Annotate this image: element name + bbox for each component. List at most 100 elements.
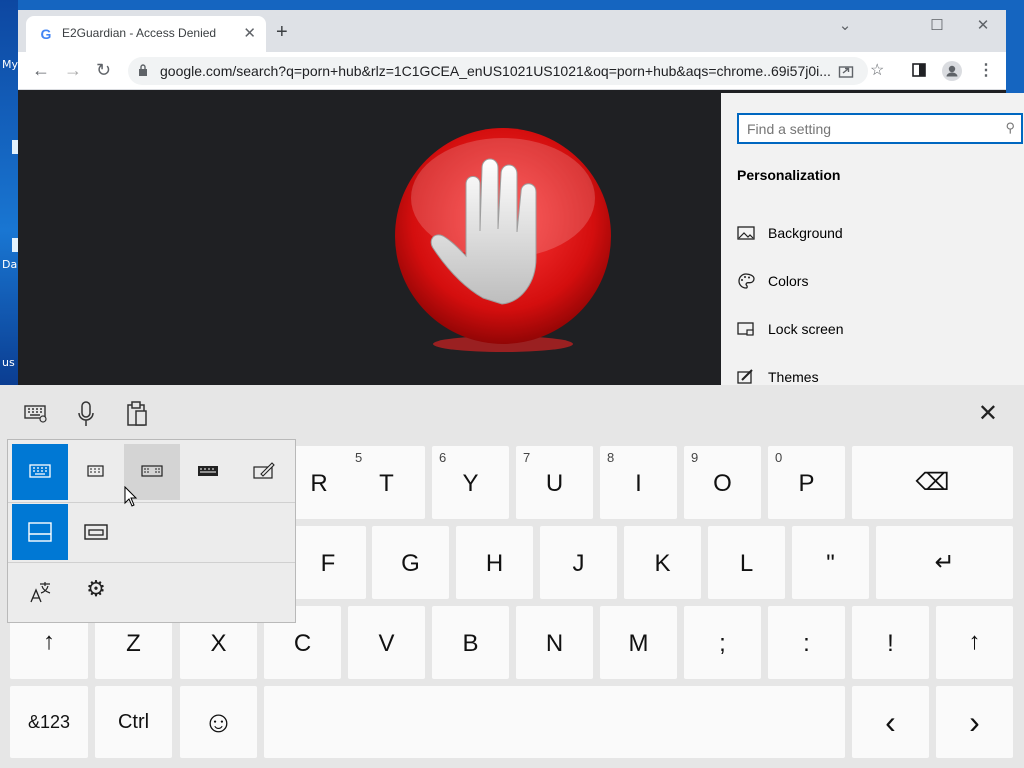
back-button[interactable]: ← [32,60,50,80]
key-y[interactable]: 6 Y [432,446,509,519]
settings-item-colors[interactable]: Colors [737,271,1007,295]
key-semicolon[interactable]: ; [684,606,761,679]
key-m[interactable]: M [600,606,677,679]
browser-toolbar: ← → ↻ google.com/search?q=porn+hub&rlz=1… [18,52,1006,90]
themes-icon [737,369,753,384]
default-keyboard-icon [29,464,51,478]
key-b[interactable]: B [432,606,509,679]
desktop-label: My [2,58,19,71]
mouse-cursor-icon [124,486,138,507]
desktop-label: Da [2,258,18,271]
settings-search-box[interactable]: ⚲ [737,113,1023,144]
new-tab-button[interactable]: + [276,22,288,42]
keyboard-settings-icon[interactable] [24,405,48,423]
layout-handwriting-button[interactable] [236,444,292,500]
background-icon [737,226,755,240]
tab-close-icon[interactable]: ✕ [243,24,256,42]
settings-search-input[interactable] [747,119,987,139]
search-icon: ⚲ [1005,120,1015,135]
key-v[interactable]: V [348,606,425,679]
layout-full-button[interactable] [180,444,236,500]
shift-icon: ↑ [43,628,55,655]
settings-heading: Personalization [737,167,841,183]
settings-item-label: Background [768,225,843,241]
key-k[interactable]: K [624,526,701,599]
layout-default-button[interactable] [12,444,68,500]
url-text[interactable]: google.com/search?q=porn+hub&rlz=1C1GCEA… [160,63,830,79]
divider [8,502,295,503]
key-left-arrow[interactable]: ‹ [852,686,929,758]
key-symbols[interactable]: &123 [10,686,88,758]
key-h[interactable]: H [456,526,533,599]
settings-item-lock-screen[interactable]: Lock screen [737,319,1007,343]
key-emoji[interactable]: ☺ [180,686,257,758]
undocked-icon [84,524,108,540]
settings-item-label: Themes [768,369,819,385]
settings-item-background[interactable]: Background [737,223,1007,247]
key-t[interactable]: 5 T [348,446,425,519]
microphone-icon[interactable] [78,401,94,427]
key-f[interactable]: F [290,526,366,599]
lock-screen-icon [737,322,754,336]
chevron-right-icon: › [969,704,980,740]
key-u[interactable]: 7 U [516,446,593,519]
chevron-left-icon: ‹ [885,704,896,740]
key-j[interactable]: J [540,526,617,599]
share-icon[interactable] [838,63,854,79]
key-enter[interactable]: ↵ [876,526,1013,599]
settings-item-themes[interactable]: Themes [737,367,1007,385]
stop-hand-icon [395,128,611,352]
emoji-icon: ☺ [203,706,234,739]
profile-avatar-icon[interactable] [942,61,962,81]
bookmark-star-icon[interactable]: ☆ [870,62,884,80]
keyboard-close-button[interactable]: ✕ [978,399,998,428]
key-quote[interactable]: " [792,526,869,599]
key-n[interactable]: N [516,606,593,679]
desktop-label: us [2,356,15,369]
clipboard-icon[interactable] [126,401,148,427]
forward-button[interactable]: → [64,60,82,80]
backspace-icon: ⌫ [915,469,950,496]
close-window-button[interactable]: ✕ [960,16,1006,34]
key-g[interactable]: G [372,526,449,599]
browser-menu-icon[interactable]: ⋮ [978,62,994,80]
desktop-background: My Da us [0,0,18,385]
address-bar[interactable]: google.com/search?q=porn+hub&rlz=1C1GCEA… [128,57,868,85]
keyboard-settings-button[interactable]: ⚙ [68,564,124,620]
reload-button[interactable]: ↻ [96,60,111,80]
lock-icon[interactable] [138,64,148,76]
layout-small-button[interactable] [68,444,124,500]
settings-item-label: Lock screen [768,321,844,337]
key-exclamation[interactable]: ! [852,606,929,679]
docked-button[interactable] [12,504,68,560]
key-p[interactable]: 0 P [768,446,845,519]
key-backspace[interactable]: ⌫ [852,446,1013,519]
key-ctrl[interactable]: Ctrl [95,686,172,758]
shift-icon: ↑ [968,628,981,655]
key-space[interactable] [264,686,845,758]
key-right-arrow[interactable]: › [936,686,1013,758]
settings-item-label: Colors [768,273,809,289]
small-keyboard-icon [87,465,104,477]
key-shift-right[interactable]: ↑ [936,606,1013,679]
language-button[interactable] [12,564,68,620]
settings-gear-icon: ⚙ [86,576,106,601]
key-l[interactable]: L [708,526,785,599]
handwriting-icon [253,462,275,479]
google-favicon-icon: G [40,26,52,42]
undocked-button[interactable] [68,504,124,560]
key-i[interactable]: 8 I [600,446,677,519]
docked-icon [28,522,52,542]
side-panel-icon[interactable] [912,63,926,77]
settings-panel: ⚲ Personalization Background Colors Lock… [721,93,1024,385]
maximize-button[interactable]: ☐ [914,16,960,34]
divider [8,562,295,563]
tab-active[interactable]: G E2Guardian - Access Denied ✕ [26,16,266,52]
minimize-button[interactable]: ⌄ [822,16,868,34]
split-keyboard-icon [141,465,163,477]
key-o[interactable]: 9 O [684,446,761,519]
language-icon [30,582,51,603]
tab-strip: G E2Guardian - Access Denied ✕ + ⌄ ☐ ✕ [18,10,1006,52]
tab-title: E2Guardian - Access Denied [62,26,217,40]
key-colon[interactable]: : [768,606,845,679]
